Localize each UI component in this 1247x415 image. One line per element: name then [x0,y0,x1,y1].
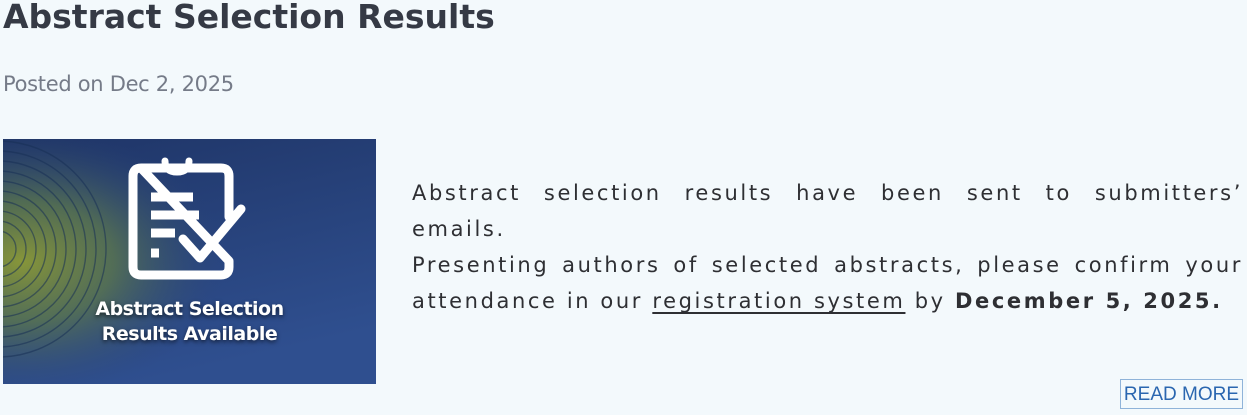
read-more-button[interactable]: READ MORE [1119,379,1243,409]
thumbnail-caption: Abstract Selection Results Available [3,297,376,347]
post-title[interactable]: Abstract Selection Results [3,0,495,37]
post-thumbnail[interactable]: Abstract Selection Results Available [3,139,376,384]
deadline-date: December 5, 2025. [954,289,1223,313]
excerpt-sentence-2: Presenting authors of selected abstracts… [412,247,1243,319]
thumbnail-caption-line2: Results Available [101,323,278,345]
post-excerpt: Abstract selection results have been sen… [412,175,1243,319]
thumbnail-caption-line1: Abstract Selection [95,298,284,320]
excerpt-sentence-1: Abstract selection results have been sen… [412,181,1243,241]
post-date: Posted on Dec 2, 2025 [3,72,234,96]
excerpt-text-after-link: by [905,289,955,313]
thumbnail-graphic [3,139,376,384]
registration-system-link[interactable]: registration system [652,289,905,313]
